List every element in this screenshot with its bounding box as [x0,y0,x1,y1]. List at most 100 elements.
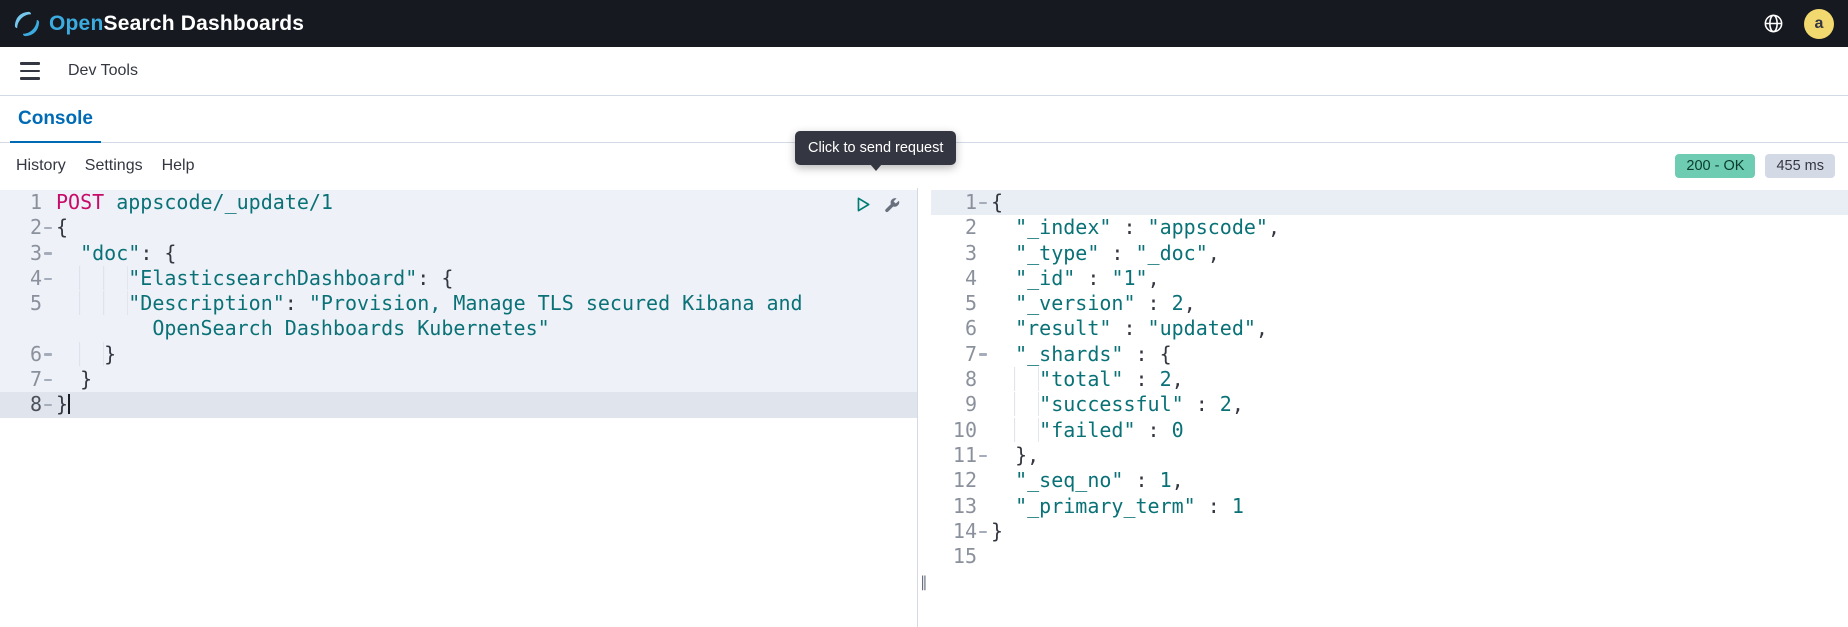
fold-marker-icon[interactable] [979,455,987,457]
code-token: { [991,190,1003,214]
code-line[interactable]: 9 "successful" : 2, [931,392,1848,417]
request-actions [851,193,903,216]
response-pane[interactable]: 1{2 "_index" : "appscode",3 "_type" : "_… [931,188,1848,627]
code-line[interactable]: 13 "_primary_term" : 1 [931,494,1848,519]
code-token: : [1111,316,1147,340]
line-number: 5 [931,291,991,316]
code-line[interactable]: 8 "total" : 2, [931,367,1848,392]
code-token: "doc" [80,241,140,265]
code-token: : [1184,392,1220,416]
code-token: : [140,241,164,265]
code-token: "ElasticsearchDashboard" [128,266,417,290]
code-token [56,291,128,315]
code-token [104,190,116,214]
code-token: "failed" [1039,418,1135,442]
code-line[interactable]: 1POST appscode/_update/1 [0,190,917,215]
code-line[interactable]: 12 "_seq_no" : 1, [931,468,1848,493]
pane-splitter[interactable]: ∥ [917,188,931,627]
history-menu-item[interactable]: History [13,155,69,177]
avatar[interactable]: a [1804,9,1834,39]
code-token: : [1075,266,1111,290]
code-token [991,266,1015,290]
code-token: "successful" [1039,392,1184,416]
fold-marker-icon[interactable] [44,379,52,381]
line-number: 1 [931,190,991,215]
code-line[interactable]: 3 "_type" : "_doc", [931,241,1848,266]
code-token: 1 [1160,468,1172,492]
line-number: 2 [0,215,56,240]
response-code: 1{2 "_index" : "appscode",3 "_type" : "_… [931,190,1848,569]
fold-marker-icon[interactable] [44,353,52,355]
code-token [991,241,1015,265]
code-token: } [991,519,1003,543]
code-line[interactable]: 1{ [931,190,1848,215]
fold-marker-icon[interactable] [44,227,52,229]
line-number: 12 [931,468,991,493]
line-number: 10 [931,418,991,443]
code-token: , [1268,215,1280,239]
code-line[interactable]: 15 [931,544,1848,569]
request-editor[interactable]: 1POST appscode/_update/12{3 "doc": {4 "E… [0,188,917,627]
code-line[interactable]: 5 "_version" : 2, [931,291,1848,316]
code-token: : [1136,418,1172,442]
code-line[interactable]: 6 "result" : "updated", [931,316,1848,341]
code-token: , [1172,468,1184,492]
code-token: , [1184,291,1196,315]
opensearch-logo-icon [14,11,40,37]
line-number: 6 [0,342,56,367]
app-title-accent: Open [49,12,103,35]
code-line[interactable]: 7 } [0,367,917,392]
tab-console[interactable]: Console [10,96,101,143]
code-token: "1" [1111,266,1147,290]
request-options-button[interactable] [881,193,903,216]
header-actions: a [1761,9,1834,39]
code-token: 1 [1232,494,1244,518]
code-line[interactable]: 4 "ElasticsearchDashboard": { [0,266,917,291]
app-title-rest: Search Dashboards [103,12,304,35]
fold-marker-icon[interactable] [44,252,52,254]
line-number: 3 [0,241,56,266]
code-line[interactable]: 8} [0,392,917,417]
drag-handle-icon: ∥ [920,573,928,591]
code-token: "_version" [1015,291,1135,315]
fold-marker-icon[interactable] [979,531,987,533]
code-token: , [1172,367,1184,391]
fold-marker-icon[interactable] [44,278,52,280]
code-token: { [56,215,68,239]
breadcrumb-bar: Dev Tools [0,47,1848,96]
code-line[interactable]: 7 "_shards" : { [931,342,1848,367]
fold-marker-icon[interactable] [979,353,987,355]
code-line[interactable]: 2 "_index" : "appscode", [931,215,1848,240]
line-number: 13 [931,494,991,519]
code-token: OpenSearch Dashboards Kubernetes" [152,316,549,340]
code-line[interactable]: 5 "Description": "Provision, Manage TLS … [0,291,917,316]
app-logo[interactable]: OpenSearch Dashboards [14,11,304,37]
header-globe-button[interactable] [1761,11,1786,36]
code-token: : [1136,291,1172,315]
code-token: 0 [1172,418,1184,442]
code-line[interactable]: 2{ [0,215,917,240]
line-number: 6 [931,316,991,341]
code-token: "appscode" [1148,215,1268,239]
code-token: , [1148,266,1160,290]
code-line[interactable]: 10 "failed" : 0 [931,418,1848,443]
send-request-button[interactable] [851,193,874,216]
code-line[interactable]: 4 "_id" : "1", [931,266,1848,291]
code-token: } [80,367,92,391]
code-token: : [417,266,441,290]
code-line[interactable]: 6 } [0,342,917,367]
code-token: "_index" [1015,215,1111,239]
code-line[interactable]: 14} [931,519,1848,544]
code-line[interactable]: 3 "doc": { [0,241,917,266]
settings-menu-item[interactable]: Settings [82,155,146,177]
fold-marker-icon[interactable] [979,202,987,204]
code-line[interactable]: OpenSearch Dashboards Kubernetes" [0,316,917,341]
line-number: 4 [931,266,991,291]
send-request-tooltip: Click to send request [795,131,956,165]
line-number: 7 [0,367,56,392]
fold-marker-icon[interactable] [44,404,52,406]
code-token: 2 [1220,392,1232,416]
code-line[interactable]: 11 }, [931,443,1848,468]
help-menu-item[interactable]: Help [159,155,198,177]
menu-button[interactable] [16,58,44,83]
